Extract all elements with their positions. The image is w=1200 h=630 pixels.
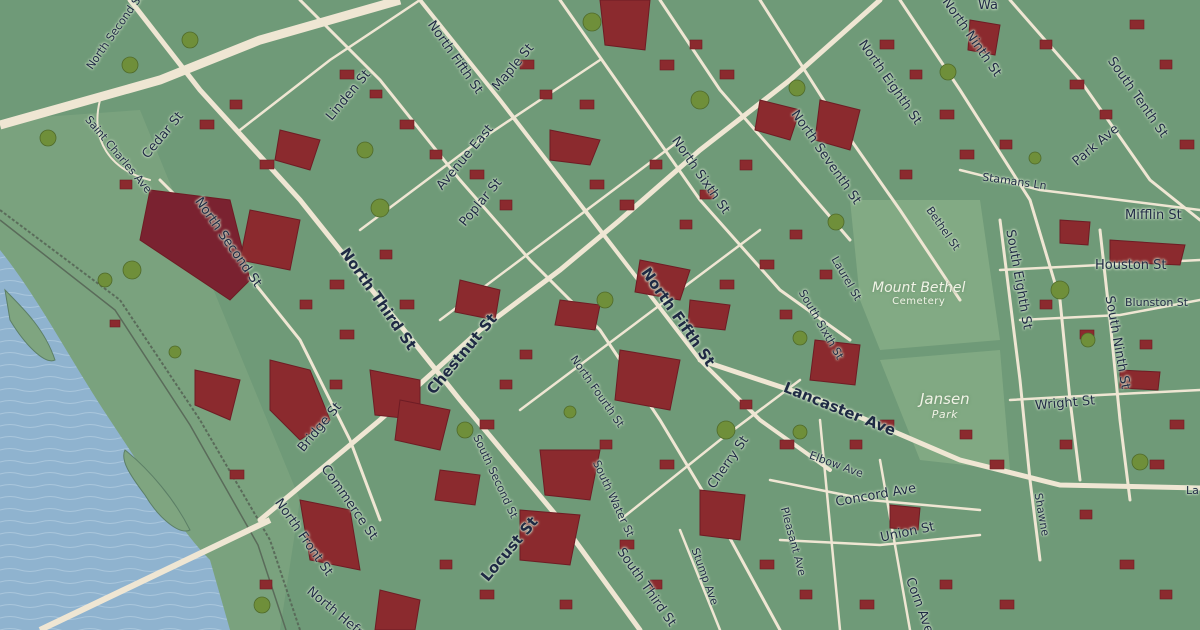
label-mifflin-st: Mifflin St: [1125, 208, 1182, 223]
place-sub-cemetery: Cemetery: [892, 296, 946, 307]
label-lancaster-partial: La: [1186, 484, 1199, 497]
map-view[interactable]: North Second St Cedar St Saint Charles A…: [0, 0, 1200, 630]
place-sub-park: Park: [931, 408, 958, 421]
place-jansen-park: Jansen Park: [920, 390, 970, 421]
place-mount-bethel-cemetery: Mount Bethel Cemetery: [872, 280, 965, 307]
label-houston-st: Houston St: [1095, 258, 1167, 273]
place-name-mount-bethel: Mount Bethel: [872, 280, 966, 296]
place-name-jansen: Jansen: [920, 390, 970, 408]
label-blunston-st: Blunston St: [1125, 296, 1189, 309]
label-walnut-partial: Wa: [978, 0, 998, 13]
park-mount-bethel-area: [850, 200, 1000, 350]
